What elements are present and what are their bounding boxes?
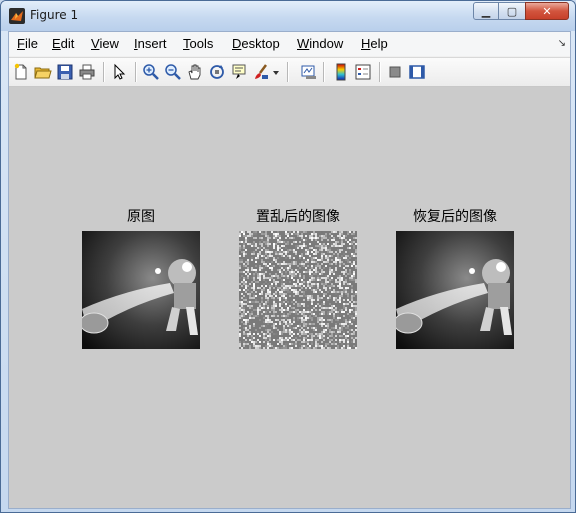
menu-insert[interactable]: Insert [134,36,167,51]
toolbar-separator [379,62,381,82]
maximize-button[interactable]: ▢ [499,2,525,20]
window-title: Figure 1 [30,8,79,22]
menu-file[interactable]: File [17,36,38,51]
pan-icon[interactable] [185,62,205,82]
open-file-icon[interactable] [33,62,53,82]
rotate-3d-icon[interactable] [207,62,227,82]
toolbar-separator [135,62,137,82]
menu-help[interactable]: Help [361,36,388,51]
maximize-icon: ▢ [506,4,518,18]
menu-view[interactable]: View [91,36,119,51]
data-cursor-icon[interactable] [229,62,249,82]
title-bar[interactable]: Figure 1 ▁ ▢ ✕ [1,1,575,31]
close-button[interactable]: ✕ [525,2,569,20]
show-plot-tools-icon[interactable] [407,62,427,82]
hide-plot-tools-icon[interactable] [385,62,405,82]
colorbar-icon[interactable] [331,62,351,82]
menu-edit[interactable]: Edit [52,36,74,51]
brush-dropdown-icon[interactable] [271,62,281,82]
zoom-out-icon[interactable] [163,62,183,82]
pointer-icon[interactable] [109,62,129,82]
client-area: File Edit View Insert Tools Desktop Wind… [8,31,571,509]
figure-canvas[interactable]: 原图 置乱后的图像 恢复后的图像 [9,87,570,508]
minimize-button[interactable]: ▁ [473,2,499,20]
print-icon[interactable] [77,62,97,82]
menu-desktop[interactable]: Desktop [232,36,280,51]
save-icon[interactable] [55,62,75,82]
restored-image[interactable] [396,231,514,349]
subplot-title-restored: 恢复后的图像 [413,209,497,225]
toolbar-separator [323,62,325,82]
caption-buttons: ▁ ▢ ✕ [473,2,569,22]
matlab-logo-icon [9,8,25,24]
menu-window[interactable]: Window [297,36,343,51]
subplot-title-original: 原图 [127,209,155,225]
toolbar-separator [103,62,105,82]
brush-icon[interactable] [251,62,271,82]
legend-icon[interactable] [353,62,373,82]
minimize-icon: ▁ [481,4,491,18]
scrambled-image[interactable] [239,231,357,349]
figure-toolbar [9,57,570,87]
close-icon: ✕ [542,4,552,18]
original-image[interactable] [82,231,200,349]
menu-bar: File Edit View Insert Tools Desktop Wind… [9,32,570,56]
link-plot-icon[interactable] [299,62,319,82]
subplot-title-scrambled: 置乱后的图像 [256,209,340,225]
dock-figure-icon[interactable]: ↘ [558,38,566,49]
zoom-in-icon[interactable] [141,62,161,82]
menu-tools[interactable]: Tools [183,36,213,51]
figure-window: Figure 1 ▁ ▢ ✕ File Edit View Insert Too… [0,0,576,513]
toolbar-separator [287,62,289,82]
new-figure-icon[interactable] [11,62,31,82]
